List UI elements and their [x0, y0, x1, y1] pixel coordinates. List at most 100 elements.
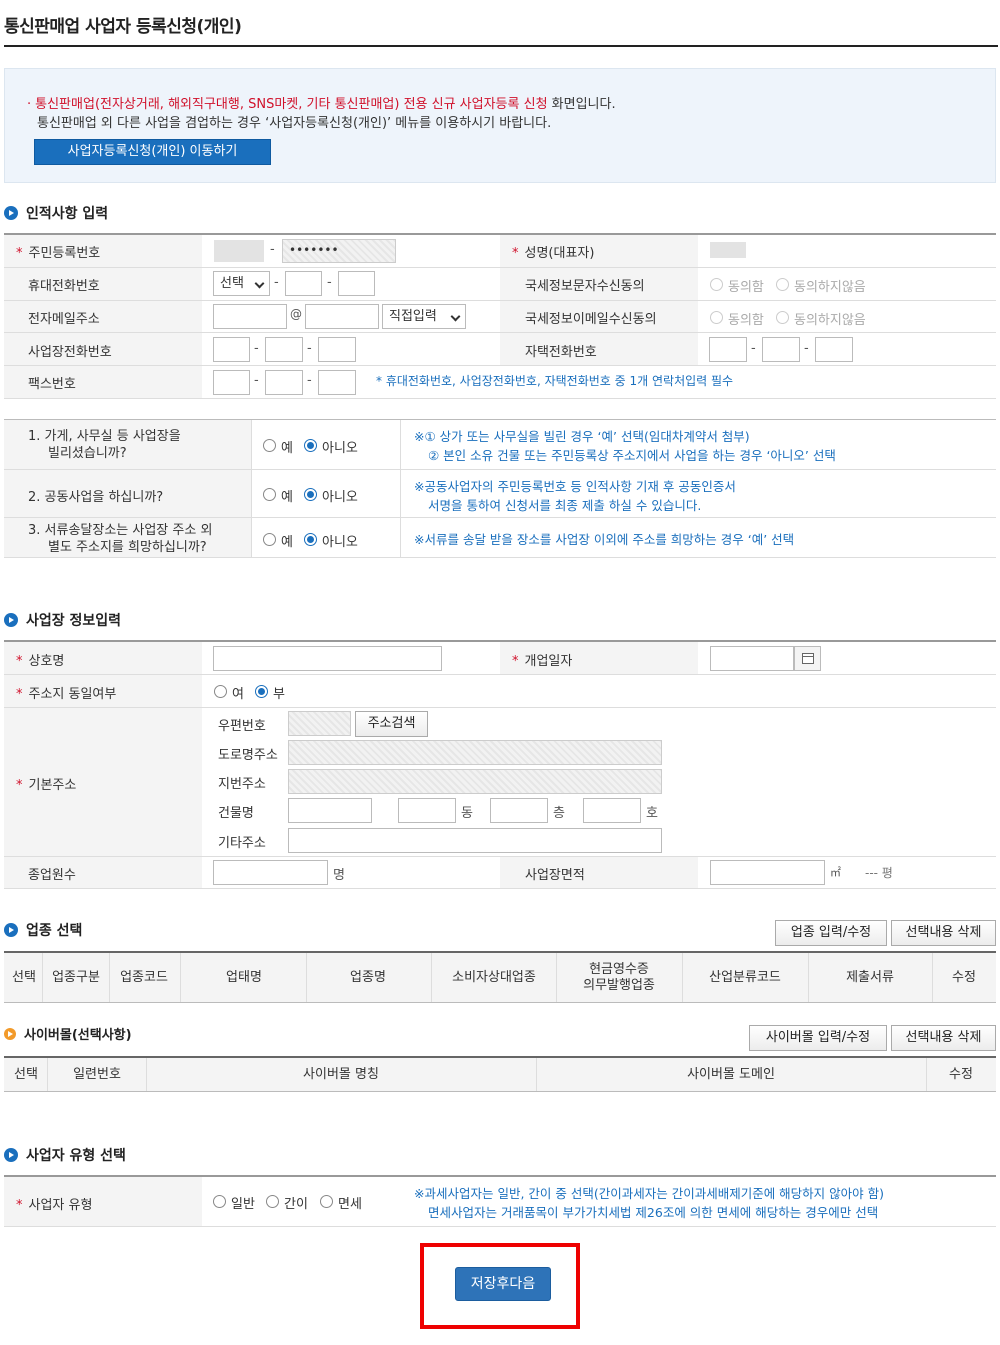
building-floor-input[interactable]	[490, 798, 548, 823]
same-address-yes-radio[interactable]	[214, 685, 227, 698]
rrn-front-input[interactable]	[214, 240, 264, 262]
q1-no-radio[interactable]	[304, 439, 317, 452]
industry-edit-button[interactable]: 업종 입력/수정	[775, 920, 887, 946]
section-bullet-icon	[4, 1027, 16, 1040]
email-domain-input[interactable]	[305, 304, 379, 329]
fax-1-input[interactable]	[213, 370, 250, 395]
road-address-input[interactable]	[288, 740, 662, 765]
biz-phone-1-input[interactable]	[213, 337, 250, 362]
rrn-label: * 주민등록번호	[16, 246, 101, 261]
area-label: 사업장면적	[525, 868, 585, 883]
mobile-last-input[interactable]	[338, 271, 375, 296]
industry-delete-button[interactable]: 선택내용 삭제	[891, 920, 996, 946]
row-divider	[4, 888, 996, 889]
etc-address-input[interactable]	[288, 828, 662, 853]
go-general-registration-button[interactable]: 사업자등록신청(개인) 이동하기	[34, 139, 271, 165]
col-edit: 수정	[949, 1067, 973, 1082]
question-3-label: 3. 서류송달장소는 사업장 주소 외 별도 주소지를 희망하십니까?	[28, 523, 213, 555]
question-1-label: 1. 가게, 사무실 등 사업장을 빌리셨습니까?	[28, 429, 181, 461]
zip-input[interactable]	[288, 711, 351, 736]
column-separator	[109, 953, 110, 1002]
section-industry-heading: 업종 선택	[4, 920, 82, 940]
col-mall-name: 사이버몰 명칭	[303, 1067, 379, 1082]
cybermall-delete-button[interactable]: 선택내용 삭제	[891, 1025, 996, 1051]
home-phone-1-input[interactable]	[709, 337, 747, 362]
col-select: 선택	[14, 1067, 38, 1082]
email-id-input[interactable]	[213, 304, 287, 329]
building-ho-input[interactable]	[583, 798, 641, 823]
row-divider	[4, 517, 996, 518]
column-separator	[932, 953, 933, 1002]
home-phone-2-input[interactable]	[762, 337, 800, 362]
notice-line-1: · 통신판매업(전자상거래, 해외직구대행, SNS마켓, 기타 통신판매업) 전…	[27, 97, 616, 112]
biztype-simple-radio[interactable]	[266, 1195, 279, 1208]
dong-unit: 동	[461, 806, 473, 821]
column-separator	[400, 420, 401, 558]
col-mall-domain: 사이버몰 도메인	[687, 1067, 775, 1082]
sms-agree-radio[interactable]	[710, 278, 723, 291]
q2-yes-radio[interactable]	[263, 488, 276, 501]
col-edit: 수정	[952, 970, 976, 985]
floor-unit: 층	[553, 806, 565, 821]
email-disagree-radio[interactable]	[776, 311, 789, 324]
biz-phone-3-input[interactable]	[318, 337, 356, 362]
save-and-next-button[interactable]: 저장후다음	[455, 1267, 551, 1301]
lot-address-input[interactable]	[288, 769, 662, 794]
q3-no-radio[interactable]	[304, 533, 317, 546]
biztype-label: * 사업자 유형	[16, 1198, 93, 1213]
mobile-middle-input[interactable]	[285, 271, 322, 296]
fax-2-input[interactable]	[265, 370, 303, 395]
cybermall-edit-button[interactable]: 사이버몰 입력/수정	[749, 1025, 887, 1051]
q2-no-text: 아니오	[322, 490, 358, 505]
same-address-label: * 주소지 동일여부	[16, 687, 117, 702]
col-serial: 일련번호	[73, 1067, 121, 1082]
rrn-back-input[interactable]: •••••••	[282, 239, 396, 263]
building-name-input[interactable]	[288, 798, 372, 823]
calendar-button[interactable]	[794, 646, 821, 671]
q2-no-radio[interactable]	[304, 488, 317, 501]
fax-3-input[interactable]	[318, 370, 356, 395]
col-business-type: 업태명	[226, 970, 262, 985]
base-address-label: * 기본주소	[16, 778, 77, 793]
question-2-label: 2. 공동사업을 하십니까?	[28, 490, 164, 505]
row-divider	[4, 469, 996, 470]
address-search-button[interactable]: 주소검색	[355, 711, 428, 737]
q1-yes-radio[interactable]	[263, 439, 276, 452]
section-personal-heading: 인적사항 입력	[4, 203, 108, 223]
sms-disagree-radio[interactable]	[776, 278, 789, 291]
building-dong-input[interactable]	[398, 798, 456, 823]
area-input[interactable]	[710, 860, 825, 885]
mobile-prefix-select[interactable]: 선택	[213, 271, 270, 296]
page-title: 통신판매업 사업자 등록신청(개인)	[4, 17, 242, 37]
employees-input[interactable]	[213, 860, 328, 885]
open-date-input[interactable]	[710, 646, 794, 671]
trade-name-input[interactable]	[213, 646, 442, 671]
column-separator	[682, 953, 683, 1002]
biz-phone-label: 사업장전화번호	[28, 345, 112, 360]
same-address-no-radio[interactable]	[255, 685, 268, 698]
biztype-general-radio[interactable]	[213, 1195, 226, 1208]
dash: -	[254, 373, 259, 388]
biz-phone-2-input[interactable]	[265, 337, 303, 362]
section-bullet-icon	[4, 1148, 18, 1162]
section-bullet-icon	[4, 206, 18, 220]
email-domain-select[interactable]: 직접입력	[382, 304, 466, 329]
email-agree-radio[interactable]	[710, 311, 723, 324]
biztype-exempt-radio[interactable]	[320, 1195, 333, 1208]
section-bullet-icon	[4, 613, 18, 627]
employees-unit: 명	[333, 868, 345, 883]
q3-yes-text: 예	[281, 535, 293, 550]
table-bottom-border	[4, 1002, 996, 1003]
row-divider	[4, 398, 996, 399]
column-separator	[431, 953, 432, 1002]
row-divider	[4, 856, 996, 857]
row-divider	[4, 267, 996, 268]
notice-box: · 통신판매업(전자상거래, 해외직구대행, SNS마켓, 기타 통신판매업) 전…	[4, 68, 996, 183]
home-phone-3-input[interactable]	[815, 337, 853, 362]
column-separator	[926, 1058, 927, 1091]
question-1-note: ※① 상가 또는 사무실을 빌린 경우 ‘예’ 선택(임대차계약서 첨부) ② 본…	[414, 429, 836, 463]
title-divider	[4, 45, 998, 47]
biztype-exempt-text: 면세	[338, 1197, 362, 1212]
q3-yes-radio[interactable]	[263, 533, 276, 546]
section-bullet-icon	[4, 923, 18, 937]
